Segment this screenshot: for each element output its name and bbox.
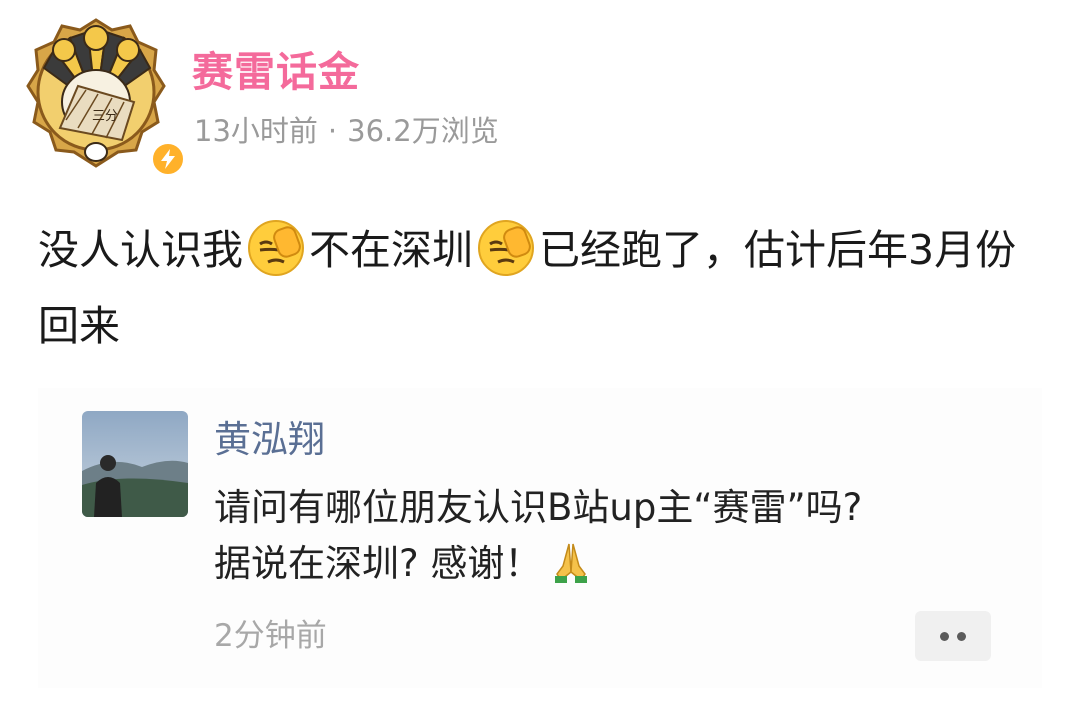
post-text: 没人认识我 不在深圳 已经跑了，估计后年3月份回来: [38, 212, 1048, 364]
more-dot: [940, 631, 949, 641]
more-dot: [957, 631, 966, 641]
post-text-part2: 不在深圳: [309, 226, 473, 274]
post-text-part1: 没人认识我: [38, 226, 243, 274]
facepalm-emoji-icon: [248, 220, 304, 276]
more-dots-icon[interactable]: [915, 611, 991, 661]
lightning-badge-icon: [150, 141, 186, 177]
comment-text-line2: 据说在深圳? 感谢！: [214, 542, 542, 585]
author-avatar[interactable]: 三分: [26, 16, 186, 177]
post-page: 三分 赛雷话金 13小时前 · 36.2万浏览 没人认识我 不在深圳 已经跑了，…: [0, 0, 1080, 707]
comment-avatar[interactable]: [82, 411, 188, 517]
commenter-name[interactable]: 黄泓翔: [214, 415, 325, 465]
comment-time: 2分钟前: [214, 618, 327, 654]
sailei-fan-avatar-icon: 三分: [26, 18, 166, 168]
facepalm-emoji-icon: [478, 220, 534, 276]
view-count: 36.2万浏览: [347, 114, 499, 148]
comment-text-line1: 请问有哪位朋友认识B站up主“赛雷”吗?: [214, 486, 863, 529]
svg-text:三分: 三分: [92, 109, 118, 124]
post-time: 13小时前: [194, 114, 318, 148]
post-meta: 13小时前 · 36.2万浏览: [194, 111, 499, 151]
praying-hands-icon: [555, 543, 588, 583]
comment-text: 请问有哪位朋友认识B站up主“赛雷”吗? 据说在深圳? 感谢！: [214, 480, 1014, 592]
comment-text-line2-wrap: 据说在深圳? 感谢！: [214, 536, 1014, 592]
meta-separator: ·: [327, 114, 338, 148]
author-name[interactable]: 赛雷话金: [192, 46, 360, 98]
